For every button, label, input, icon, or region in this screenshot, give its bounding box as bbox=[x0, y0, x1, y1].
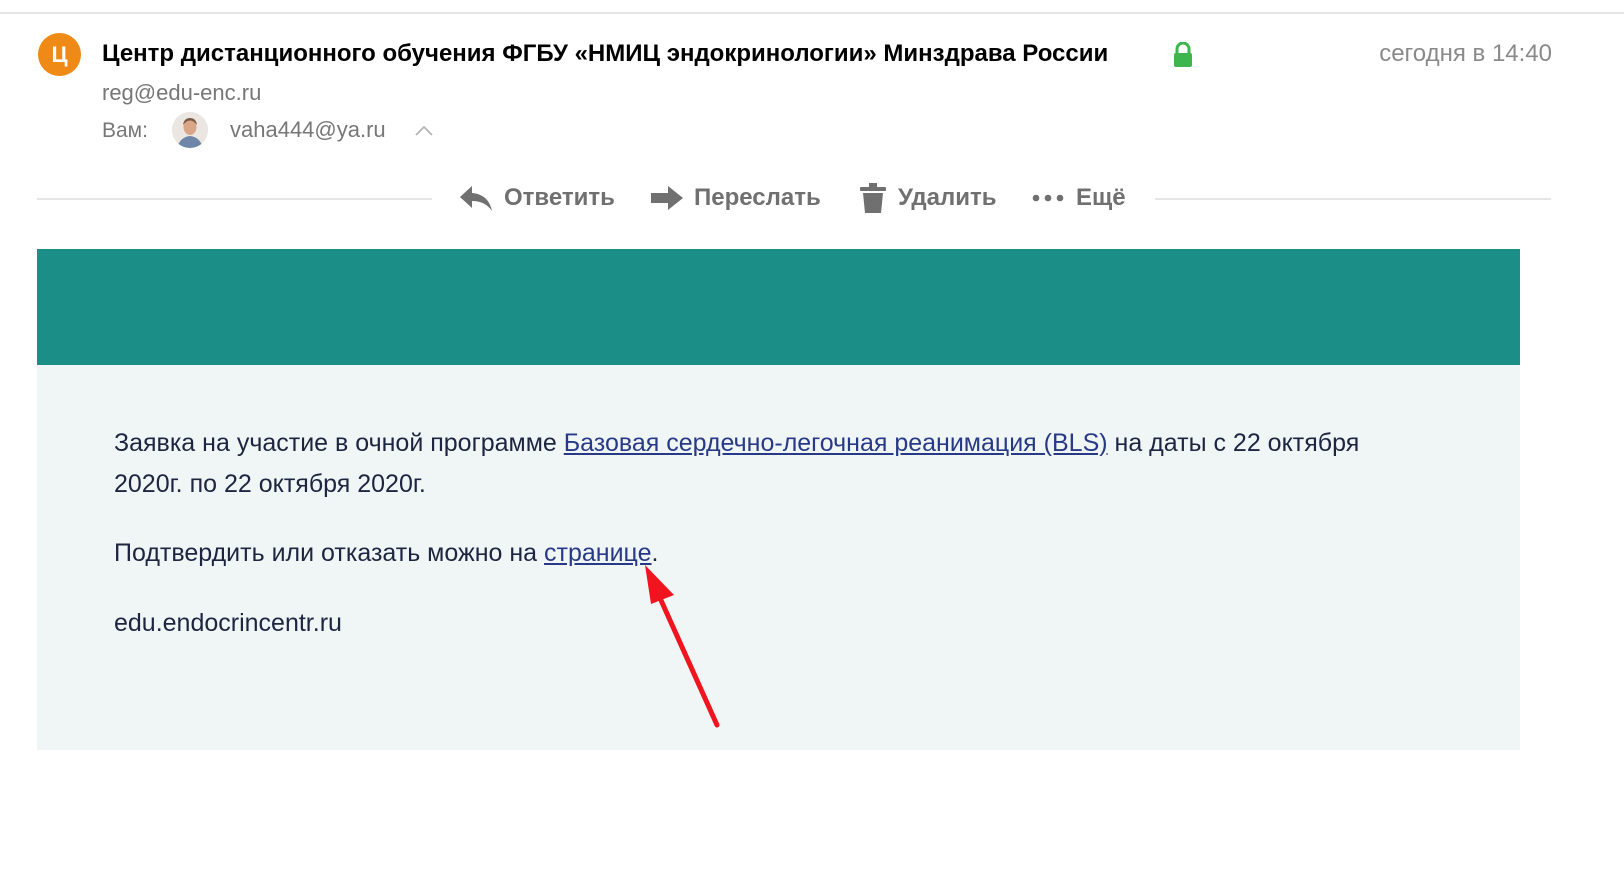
reply-label: Ответить bbox=[504, 184, 615, 211]
site-name: edu.endocrincentr.ru bbox=[114, 609, 342, 637]
message-date: сегодня в 14:40 bbox=[1379, 40, 1552, 67]
more-label: Ещё bbox=[1076, 184, 1126, 211]
sender-name[interactable]: Центр дистанционного обучения ФГБУ «НМИЦ… bbox=[102, 40, 1108, 68]
program-link[interactable]: Базовая сердечно-легочная реанимация (BL… bbox=[564, 429, 1108, 457]
delete-button[interactable]: Удалить bbox=[858, 178, 997, 218]
trash-icon bbox=[860, 183, 886, 213]
lock-icon bbox=[1174, 42, 1192, 67]
page-link[interactable]: странице bbox=[544, 539, 651, 567]
forward-icon bbox=[651, 186, 683, 210]
reply-icon bbox=[460, 186, 492, 211]
more-dots-icon bbox=[1032, 194, 1064, 202]
sender-avatar: Ц bbox=[38, 33, 81, 76]
reply-button[interactable]: Ответить bbox=[458, 178, 615, 218]
toolbar-divider-right bbox=[1155, 198, 1551, 200]
more-button[interactable]: Ещё bbox=[1032, 178, 1126, 218]
confirm-text: Подтвердить или отказать можно на страни… bbox=[114, 539, 659, 567]
toolbar-divider-left bbox=[37, 198, 432, 200]
delete-label: Удалить bbox=[898, 184, 997, 211]
to-label: Вам: bbox=[102, 119, 148, 142]
recipient-email[interactable]: vaha444@ya.ru bbox=[230, 117, 386, 143]
forward-button[interactable]: Переслать bbox=[650, 178, 821, 218]
recipient-avatar bbox=[172, 112, 208, 148]
sender-email[interactable]: reg@edu-enc.ru bbox=[102, 80, 261, 106]
forward-label: Переслать bbox=[694, 184, 821, 211]
chevron-up-icon[interactable] bbox=[414, 123, 434, 137]
top-divider bbox=[0, 12, 1624, 14]
email-banner bbox=[37, 249, 1520, 365]
application-text: Заявка на участие в очной программе Базо… bbox=[114, 429, 1360, 498]
